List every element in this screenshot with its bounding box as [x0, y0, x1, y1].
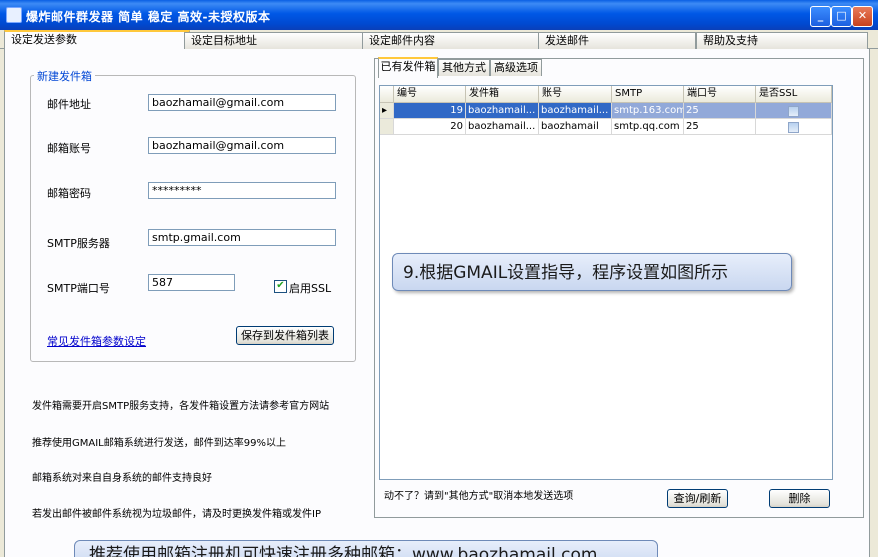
email-label: 邮件地址 — [47, 98, 91, 111]
table-header-id[interactable]: 编号 — [394, 86, 466, 103]
cell-ssl — [756, 103, 832, 119]
close-button[interactable]: ✕ — [852, 6, 873, 27]
tab-target-address[interactable]: 设定目标地址 — [184, 32, 368, 49]
row-indicator: ▸ — [380, 103, 394, 119]
new-sender-group — [30, 75, 356, 362]
app-icon — [6, 7, 22, 23]
cell-account: baozhamail... — [539, 103, 612, 119]
port-field[interactable]: 587 — [148, 274, 235, 291]
bottom-promo-callout: 推荐使用邮箱注册机可快速注册多种邮箱：www.baozhamail.com — [74, 540, 658, 557]
note-smtp: 发件箱需要开启SMTP服务支持，各发件箱设置方法请参考官方网站 — [32, 401, 330, 412]
table-header-smtp[interactable]: SMTP — [612, 86, 684, 103]
cell-smtp: smtp.163.com — [612, 103, 684, 119]
cell-id: 20 — [394, 119, 466, 135]
tab-help-support[interactable]: 帮助及支持 — [696, 32, 868, 49]
smtp-label: SMTP服务器 — [47, 237, 110, 250]
bottom-hint: 动不了？请到"其他方式"取消本地发送选项 — [384, 491, 574, 502]
cell-smtp: smtp.qq.com — [612, 119, 684, 135]
table-row[interactable]: 20 baozhamail... baozhamail smtp.qq.com … — [380, 119, 832, 135]
password-label: 邮箱密码 — [47, 187, 91, 200]
ssl-cell-checkbox[interactable] — [788, 122, 799, 133]
cell-port: 25 — [684, 103, 756, 119]
table-header-port[interactable]: 端口号 — [684, 86, 756, 103]
table-header-account[interactable]: 账号 — [539, 86, 612, 103]
main-tab-bar: 设定发送参数 设定目标地址 设定邮件内容 发送邮件 帮助及支持 — [0, 30, 878, 51]
subtab-advanced[interactable]: 高级选项 — [490, 59, 542, 76]
account-label: 邮箱账号 — [47, 142, 91, 155]
table-header-ssl[interactable]: 是否SSL — [756, 86, 832, 103]
app-window: 爆炸邮件群发器 简单 稳定 高效-未授权版本 _ □ ✕ 设定发送参数 设定目标… — [0, 0, 878, 557]
cell-mailbox: baozhamail... — [466, 103, 539, 119]
delete-button[interactable]: 删除 — [769, 489, 830, 508]
cell-account: baozhamail — [539, 119, 612, 135]
ssl-cell-checkbox[interactable] — [788, 106, 799, 117]
minimize-button[interactable]: _ — [810, 6, 831, 27]
subtab-other[interactable]: 其他方式 — [438, 59, 490, 76]
maximize-button[interactable]: □ — [831, 6, 852, 27]
common-settings-link[interactable]: 常见发件箱参数设定 — [47, 333, 146, 349]
ssl-label: 启用SSL — [289, 282, 332, 295]
port-label: SMTP端口号 — [47, 282, 110, 295]
account-field[interactable]: baozhamail@gmail.com — [148, 137, 336, 154]
subtab-existing[interactable]: 已有发件箱 — [378, 57, 438, 78]
title-bar: 爆炸邮件群发器 简单 稳定 高效-未授权版本 _ □ ✕ — [0, 0, 878, 30]
table-header-rowhead — [380, 86, 394, 103]
email-field[interactable]: baozhamail@gmail.com — [148, 94, 336, 111]
note-self-system: 邮箱系统对来自自身系统的邮件支持良好 — [32, 473, 212, 484]
tab-mail-content[interactable]: 设定邮件内容 — [362, 32, 542, 49]
note-gmail: 推荐使用GMAIL邮箱系统进行发送，邮件到达率99%以上 — [32, 438, 286, 449]
cell-mailbox: baozhamail... — [466, 119, 539, 135]
note-spam: 若发出邮件被邮件系统视为垃圾邮件，请及时更换发件箱或发件IP — [32, 509, 321, 520]
tab-send-params[interactable]: 设定发送参数 — [4, 30, 190, 51]
refresh-button[interactable]: 查询/刷新 — [667, 489, 728, 508]
table-header-mailbox[interactable]: 发件箱 — [466, 86, 539, 103]
password-field[interactable]: ********* — [148, 182, 336, 199]
group-title: 新建发件箱 — [34, 68, 95, 84]
window-title: 爆炸邮件群发器 简单 稳定 高效-未授权版本 — [26, 10, 271, 24]
smtp-field[interactable]: smtp.gmail.com — [148, 229, 336, 246]
instruction-callout: 9.根据GMAIL设置指导，程序设置如图所示 — [392, 253, 792, 291]
tab-send-mail[interactable]: 发送邮件 — [538, 32, 696, 49]
ssl-checkbox[interactable]: ✔ — [274, 280, 287, 293]
save-to-list-button[interactable]: 保存到发件箱列表 — [236, 326, 334, 345]
table-row[interactable]: ▸ 19 baozhamail... baozhamail... smtp.16… — [380, 103, 832, 119]
cell-ssl — [756, 119, 832, 135]
cell-id: 19 — [394, 103, 466, 119]
row-indicator — [380, 119, 394, 135]
cell-port: 25 — [684, 119, 756, 135]
